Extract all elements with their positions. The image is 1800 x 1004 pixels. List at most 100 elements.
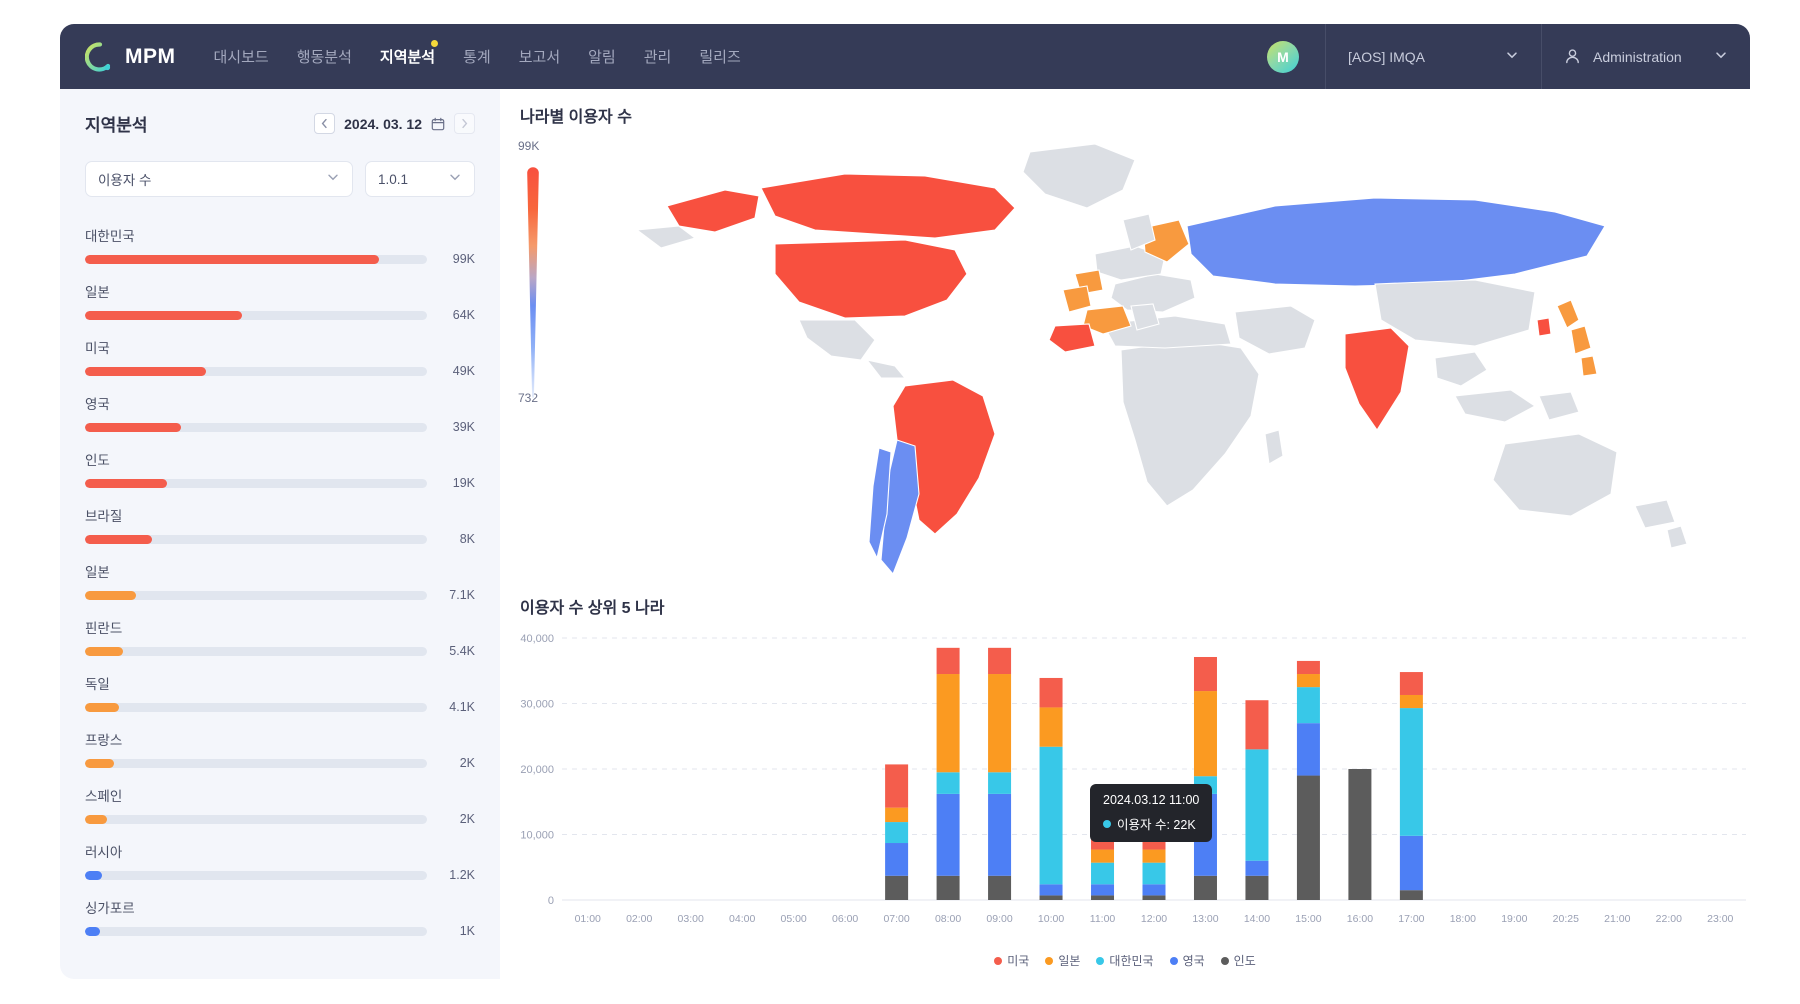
chart-bar-segment[interactable]	[1193, 875, 1217, 900]
chart-bar-segment[interactable]	[1399, 708, 1423, 836]
chart-bar-segment[interactable]	[1039, 884, 1063, 896]
nav-item-alerts[interactable]: 알림	[588, 46, 616, 67]
chart-bar-segment[interactable]	[1039, 746, 1063, 885]
chart-bar-segment[interactable]	[1039, 895, 1063, 900]
chart-bar-segment[interactable]	[1245, 875, 1269, 900]
country-row[interactable]: 독일 4.1K	[85, 673, 475, 714]
nav-item-admin[interactable]: 관리	[644, 46, 672, 67]
country-row[interactable]: 프랑스 2K	[85, 729, 475, 770]
chart-bar-segment[interactable]	[1142, 829, 1166, 850]
chart-bar-segment[interactable]	[1296, 660, 1320, 675]
mpm-logo-icon	[84, 41, 115, 72]
chart-bar-segment[interactable]	[936, 793, 960, 876]
chart-bar-segment[interactable]	[988, 875, 1012, 900]
project-select[interactable]: [AOS] IMQA	[1326, 24, 1541, 89]
chart-bar-segment[interactable]	[1348, 769, 1372, 900]
legend-label: 대한민국	[1109, 954, 1154, 968]
country-row[interactable]: 일본 64K	[85, 281, 475, 322]
nav-item-behavior[interactable]: 행동분석	[297, 46, 352, 67]
chart-bar-segment[interactable]	[1091, 829, 1115, 850]
chart-bar-segment[interactable]	[1091, 884, 1115, 896]
chart-bar-segment[interactable]	[1296, 723, 1320, 776]
country-bar-track	[85, 870, 427, 880]
chart-bar-segment[interactable]	[1245, 860, 1269, 876]
chart-bar-segment[interactable]	[988, 793, 1012, 876]
calendar-icon[interactable]	[431, 117, 445, 131]
chart-bar-segment[interactable]	[1193, 793, 1217, 876]
chart-bar-segment[interactable]	[885, 875, 909, 900]
date-prev-button[interactable]	[314, 113, 336, 134]
chart-bar-segment[interactable]	[885, 843, 909, 876]
legend-item[interactable]: 영국	[1169, 952, 1205, 969]
world-map[interactable]	[575, 134, 1740, 576]
account-select[interactable]: Administration	[1542, 24, 1750, 89]
chart-bar-segment[interactable]	[936, 875, 960, 900]
country-row[interactable]: 싱가포르 1K	[85, 897, 475, 938]
nav-item-stats[interactable]: 통계	[463, 46, 491, 67]
chart-bar-segment[interactable]	[885, 822, 909, 844]
chart-bar-segment[interactable]	[1091, 849, 1115, 863]
country-bar-track	[85, 254, 427, 264]
brand-name: MPM	[125, 44, 176, 68]
chart-bar-segment[interactable]	[1091, 862, 1115, 885]
chart-bar-segment[interactable]	[1193, 656, 1217, 692]
version-select[interactable]: 1.0.1	[365, 161, 475, 197]
date-next-button[interactable]	[454, 113, 475, 134]
chart-bar-segment[interactable]	[1399, 835, 1423, 891]
chart-bar-segment[interactable]	[1039, 707, 1063, 747]
chart-bar-segment[interactable]	[1399, 694, 1423, 709]
country-row[interactable]: 브라질 8K	[85, 505, 475, 546]
chart-bar-segment[interactable]	[885, 807, 909, 823]
country-row[interactable]: 일본 7.1K	[85, 561, 475, 602]
chart-bar-segment[interactable]	[988, 647, 1012, 675]
country-bar-fill	[85, 310, 243, 320]
y-axis-tick-label: 0	[548, 895, 554, 907]
x-axis-tick-label: 13:00	[1192, 913, 1218, 925]
legend-item[interactable]: 미국	[994, 952, 1029, 969]
nav-item-region[interactable]: 지역분석	[380, 40, 439, 67]
legend-item[interactable]: 인도	[1220, 952, 1256, 969]
country-row[interactable]: 영국 39K	[85, 393, 475, 434]
chart-bar-segment[interactable]	[1399, 890, 1423, 900]
country-row[interactable]: 미국 49K	[85, 337, 475, 378]
chart-bar-segment[interactable]	[936, 772, 960, 794]
chart-bar-segment[interactable]	[988, 772, 1012, 794]
country-row[interactable]: 러시아 1.2K	[85, 841, 475, 882]
nav-item-report[interactable]: 보고서	[519, 46, 560, 67]
metric-select[interactable]: 이용자 수	[85, 161, 353, 197]
country-name: 일본	[85, 565, 110, 580]
chart-bar-segment[interactable]	[988, 674, 1012, 773]
legend-item[interactable]: 대한민국	[1096, 952, 1154, 969]
account-select-value: Administration	[1593, 48, 1682, 65]
date-value[interactable]: 2024. 03. 12	[344, 116, 422, 132]
country-row[interactable]: 핀란드 5.4K	[85, 617, 475, 658]
nav-item-release[interactable]: 릴리즈	[699, 46, 740, 67]
stacked-bar-chart[interactable]: 0 10,000 20,000 30,000 40,000 01:00 02:00 03:00…	[500, 624, 1750, 944]
avatar[interactable]: M	[1267, 40, 1299, 73]
chart-bar-segment[interactable]	[1193, 776, 1217, 794]
chart-bar-segment[interactable]	[1245, 700, 1269, 750]
chart-bar-segment[interactable]	[936, 647, 960, 675]
legend-item[interactable]: 일본	[1045, 952, 1080, 969]
chart-bar-segment[interactable]	[1091, 895, 1115, 900]
chart-bar-segment[interactable]	[1142, 849, 1166, 863]
country-row[interactable]: 대한민국 99K	[85, 225, 475, 266]
chart-bar-segment[interactable]	[1296, 674, 1320, 688]
country-name: 일본	[85, 285, 110, 300]
chart-bar-segment[interactable]	[1142, 862, 1166, 885]
chart-bar-segment[interactable]	[1142, 895, 1166, 900]
chart-bar-segment[interactable]	[1296, 775, 1320, 900]
chart-bar-segment[interactable]	[1245, 749, 1269, 861]
country-row[interactable]: 인도 19K	[85, 449, 475, 490]
chart-bar-segment[interactable]	[1399, 672, 1423, 695]
chart-bar-segment[interactable]	[1296, 687, 1320, 724]
map-country-korea	[1536, 317, 1552, 337]
country-row[interactable]: 스페인 2K	[85, 785, 475, 826]
chart-bar-segment[interactable]	[1142, 884, 1166, 896]
brand[interactable]: MPM	[84, 41, 176, 72]
chart-bar-segment[interactable]	[1039, 677, 1063, 708]
chart-bar-segment[interactable]	[936, 674, 960, 773]
nav-item-dashboard[interactable]: 대시보드	[214, 46, 269, 67]
chart-bar-segment[interactable]	[885, 764, 909, 808]
chart-bar-segment[interactable]	[1193, 691, 1217, 777]
